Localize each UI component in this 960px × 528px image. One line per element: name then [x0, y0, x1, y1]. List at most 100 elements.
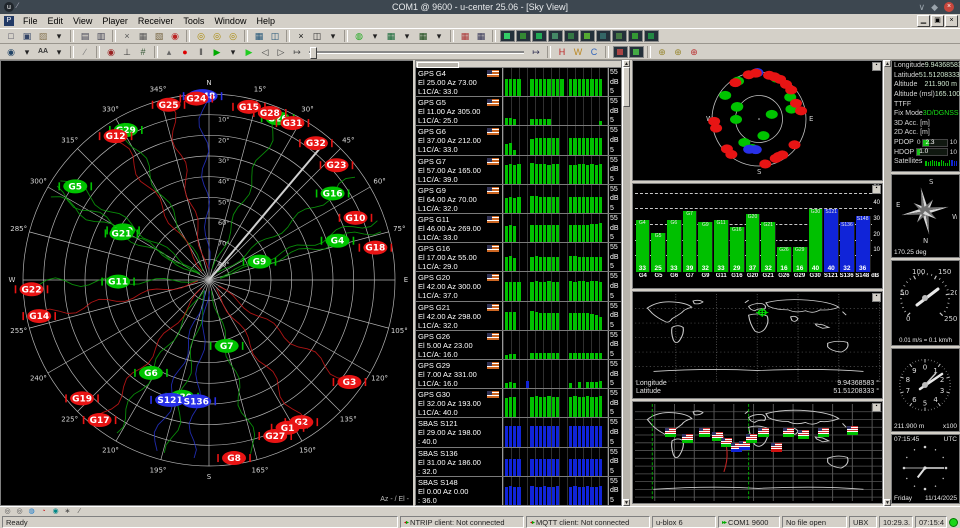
antenna-button[interactable]: ⊥: [120, 46, 135, 58]
view-toggle-5[interactable]: [564, 30, 579, 42]
panel-button-icon[interactable]: ▪: [872, 62, 881, 71]
dock-edit-button[interactable]: ∕: [74, 508, 85, 516]
maximize-icon[interactable]: ◆: [931, 3, 938, 12]
package-button-3[interactable]: ⊕: [687, 46, 702, 58]
grid-tool-button-2[interactable]: [629, 46, 644, 58]
paste-button[interactable]: ▧: [152, 30, 167, 42]
dock-toggle-1[interactable]: ◎: [2, 508, 13, 516]
sky-view-button[interactable]: ◍: [352, 30, 367, 42]
new-view-button[interactable]: ◫: [310, 30, 325, 42]
eject-button[interactable]: ▴: [162, 46, 177, 58]
dock-anchor-button[interactable]: ∗: [62, 508, 73, 516]
chart-view-button[interactable]: ▦: [416, 30, 431, 42]
camera-view-button[interactable]: ▦: [474, 30, 489, 42]
menu-window[interactable]: Window: [209, 16, 251, 26]
open-dropdown[interactable]: ▾: [52, 30, 67, 42]
hot-start-button[interactable]: H: [555, 46, 570, 58]
new-file-button[interactable]: □: [4, 30, 19, 42]
mdi-child-icon[interactable]: P: [4, 16, 14, 26]
view-toggle-3[interactable]: [532, 30, 547, 42]
menu-edit[interactable]: Edit: [43, 16, 69, 26]
playback-slider-thumb[interactable]: [310, 47, 317, 59]
db-scale-label: 5: [610, 205, 621, 212]
text-console-dropdown[interactable]: AA: [36, 46, 51, 58]
firmware-update-button[interactable]: ◉: [104, 46, 119, 58]
dock-clock-button[interactable]: ◔: [38, 508, 49, 516]
record-button[interactable]: ●: [178, 46, 193, 58]
sky-view-dropdown[interactable]: ▾: [368, 30, 383, 42]
text-dropdown-arrow[interactable]: ▾: [52, 46, 67, 58]
find-button[interactable]: ◎: [194, 30, 209, 42]
copy-button[interactable]: ▦: [136, 30, 151, 42]
grid-tool-button-1[interactable]: [613, 46, 628, 58]
new-view-dropdown[interactable]: ▾: [326, 30, 341, 42]
mdi-close-button[interactable]: ×: [945, 15, 958, 27]
dock-toggle-2[interactable]: ◎: [14, 508, 25, 516]
menu-view[interactable]: View: [68, 16, 97, 26]
menu-player[interactable]: Player: [97, 16, 133, 26]
skip-forward-button[interactable]: ↦: [290, 46, 305, 58]
warm-start-button[interactable]: W: [571, 46, 586, 58]
config-wizard-button[interactable]: ∕: [78, 46, 93, 58]
step-back-button[interactable]: ◁: [258, 46, 273, 58]
menu-file[interactable]: File: [18, 16, 43, 26]
dock-world-button[interactable]: ◍: [26, 508, 37, 516]
map-view-dropdown[interactable]: ▾: [400, 30, 415, 42]
history-bar: [539, 459, 542, 475]
dock-dot-button[interactable]: ◉: [50, 508, 61, 516]
panel-button-icon[interactable]: ▪: [872, 185, 881, 194]
view-toggle-1[interactable]: [500, 30, 515, 42]
view-toggle-2[interactable]: [516, 30, 531, 42]
panel-button-icon[interactable]: ▪: [872, 403, 881, 412]
fast-forward-button[interactable]: ▶: [242, 46, 257, 58]
scroll-down-icon[interactable]: ▼: [884, 499, 891, 506]
package-button-2[interactable]: ⊕: [671, 46, 686, 58]
cold-start-button[interactable]: C: [587, 46, 602, 58]
menu-tools[interactable]: Tools: [178, 16, 209, 26]
view-toggle-8[interactable]: [612, 30, 627, 42]
mdi-minimize-button[interactable]: ▁: [917, 15, 930, 27]
close-icon[interactable]: ×: [944, 2, 954, 12]
menu-help[interactable]: Help: [251, 16, 280, 26]
satellite-list-hscrollbar[interactable]: [416, 61, 621, 68]
deviation-map-button[interactable]: ▦: [458, 30, 473, 42]
pause-button[interactable]: ‖: [194, 46, 209, 58]
playback-slider[interactable]: [309, 47, 524, 57]
view-toggle-9[interactable]: [628, 30, 643, 42]
map-view-button[interactable]: ▦: [384, 30, 399, 42]
find-next-button[interactable]: ◎: [210, 30, 225, 42]
mdi-restore-button[interactable]: ▣: [931, 15, 944, 27]
view-toggle-7[interactable]: [596, 30, 611, 42]
satellite-list-vscrollbar[interactable]: ▲ ▼: [622, 60, 630, 506]
view-toggle-4[interactable]: [548, 30, 563, 42]
messages-view-dropdown[interactable]: ◉: [4, 46, 19, 58]
find-prev-button[interactable]: ◎: [226, 30, 241, 42]
cut-button[interactable]: ×: [120, 30, 135, 42]
open-button[interactable]: ▨: [36, 30, 51, 42]
jump-end-button[interactable]: ↦: [529, 46, 544, 58]
package-button-1[interactable]: ⊕: [655, 46, 670, 58]
table-view-button[interactable]: ▦: [252, 30, 267, 42]
column-vscrollbar[interactable]: ▲ ▼: [883, 60, 891, 506]
play-button[interactable]: ▶: [210, 46, 225, 58]
print-button[interactable]: ▤: [78, 30, 93, 42]
view-toggle-6[interactable]: [580, 30, 595, 42]
scroll-down-icon[interactable]: ▼: [623, 499, 630, 506]
view-toggle-10[interactable]: [644, 30, 659, 42]
play-dropdown[interactable]: ▾: [226, 46, 241, 58]
close-view-button[interactable]: ×: [294, 30, 309, 42]
step-forward-button[interactable]: ▷: [274, 46, 289, 58]
chevron-down-icon[interactable]: ∨: [918, 3, 925, 12]
scroll-up-icon[interactable]: ▲: [884, 60, 891, 67]
clock-tick: [906, 457, 907, 458]
split-view-button[interactable]: ◫: [268, 30, 283, 42]
chart-view-dropdown[interactable]: ▾: [432, 30, 447, 42]
receiver-config-button[interactable]: #: [136, 46, 151, 58]
save-button[interactable]: ▣: [20, 30, 35, 42]
scroll-up-icon[interactable]: ▲: [623, 60, 630, 67]
print-preview-button[interactable]: ▥: [94, 30, 109, 42]
messages-dropdown-arrow[interactable]: ▾: [20, 46, 35, 58]
panel-button-icon[interactable]: ▪: [872, 293, 881, 302]
ucenter-button[interactable]: ◉: [168, 30, 183, 42]
menu-receiver[interactable]: Receiver: [133, 16, 179, 26]
